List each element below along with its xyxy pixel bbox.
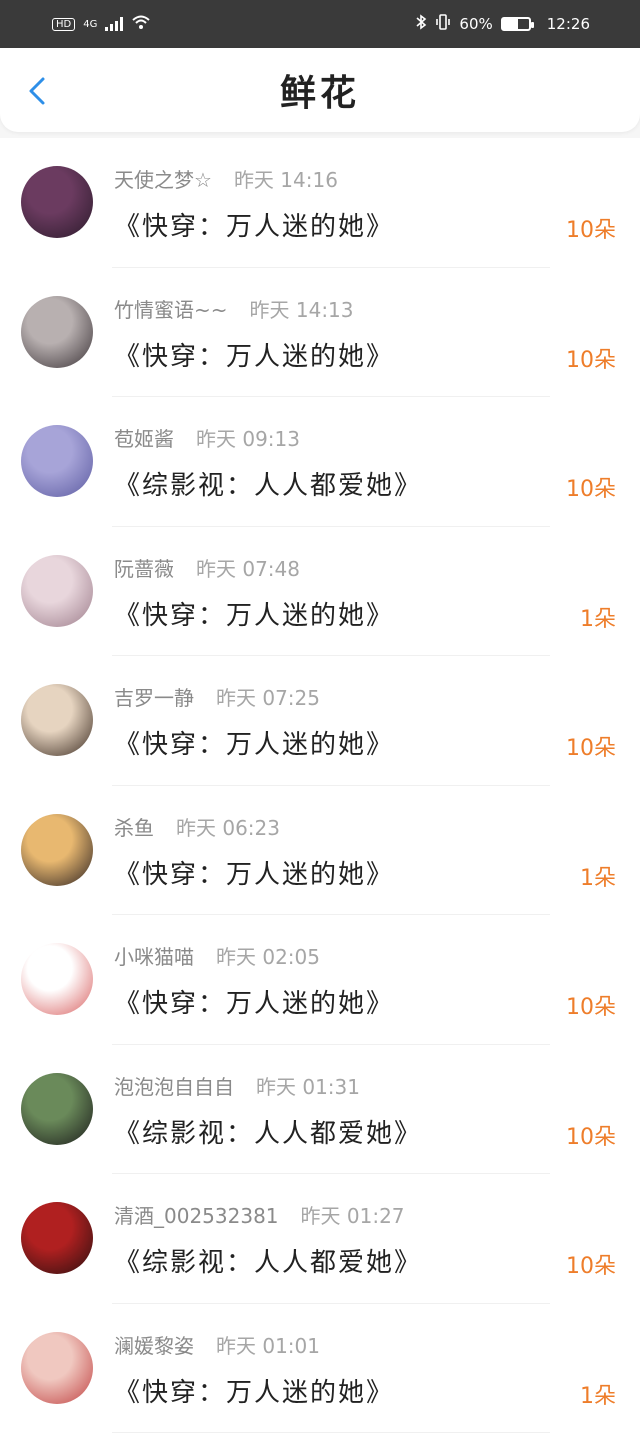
book-title[interactable]: 《快穿：万人迷的她》 [114, 336, 394, 373]
avatar[interactable] [21, 814, 93, 886]
user-name[interactable]: 清酒_002532381 [114, 1204, 279, 1228]
list-item[interactable]: 吉罗一静昨天 07:25 《快穿：万人迷的她》 10朵 [0, 656, 640, 786]
flower-gift-list: 天使之梦☆ 昨天 14:16 《快穿：万人迷的她》 10朵 竹情蜜语~~ 昨天 14… [0, 138, 640, 1433]
book-title[interactable]: 《快穿：万人迷的她》 [114, 1372, 394, 1409]
name-line: 苞姬酱昨天 09:13 [114, 423, 300, 452]
user-name[interactable]: 苞姬酱 [114, 427, 174, 451]
flower-count: 1朵 [580, 860, 616, 892]
page-title: 鲜花 [0, 48, 640, 132]
name-line: 泡泡泡自自自昨天 01:31 [114, 1071, 360, 1100]
avatar[interactable] [21, 166, 93, 238]
page-header: 鲜花 [0, 48, 640, 132]
gift-time: 昨天 09:13 [196, 427, 300, 451]
list-item[interactable]: 苞姬酱昨天 09:13 《综影视：人人都爱她》 10朵 [0, 397, 640, 527]
avatar[interactable] [21, 555, 93, 627]
gift-time: 昨天 07:48 [196, 557, 300, 581]
status-left: HD 4G [52, 14, 151, 34]
vibrate-icon [435, 14, 451, 34]
gift-time: 昨天 07:25 [216, 686, 320, 710]
book-title[interactable]: 《综影视：人人都爱她》 [114, 1242, 422, 1279]
avatar[interactable] [21, 943, 93, 1015]
user-name[interactable]: 小咪猫喵 [114, 945, 194, 969]
book-title[interactable]: 《快穿：万人迷的她》 [114, 206, 394, 243]
list-item[interactable]: 天使之梦☆ 昨天 14:16 《快穿：万人迷的她》 10朵 [0, 138, 640, 268]
gift-time: 昨天 06:23 [176, 816, 280, 840]
clock: 12:26 [547, 15, 590, 33]
list-item[interactable]: 杀鱼昨天 06:23 《快穿：万人迷的她》 1朵 [0, 786, 640, 916]
name-line: 吉罗一静昨天 07:25 [114, 682, 320, 711]
network-label: 4G [83, 19, 97, 30]
user-name[interactable]: 泡泡泡自自自 [114, 1075, 234, 1099]
status-bar: HD 4G 60% 12:26 [0, 0, 640, 48]
gift-time: 昨天 01:27 [301, 1204, 405, 1228]
gift-time: 昨天 14:16 [234, 168, 338, 192]
user-name[interactable]: 天使之梦☆ [114, 168, 212, 192]
flower-count: 10朵 [566, 212, 616, 244]
status-right: 60% 12:26 [415, 14, 590, 34]
bluetooth-icon [415, 14, 427, 34]
book-title[interactable]: 《快穿：万人迷的她》 [114, 854, 394, 891]
flower-count: 10朵 [566, 342, 616, 374]
book-title[interactable]: 《综影视：人人都爱她》 [114, 465, 422, 502]
flower-count: 10朵 [566, 471, 616, 503]
name-line: 竹情蜜语~~ 昨天 14:13 [114, 294, 354, 323]
user-name[interactable]: 杀鱼 [114, 816, 154, 840]
user-name[interactable]: 竹情蜜语~~ [114, 298, 228, 322]
list-item[interactable]: 竹情蜜语~~ 昨天 14:13 《快穿：万人迷的她》 10朵 [0, 268, 640, 398]
flower-count: 10朵 [566, 989, 616, 1021]
flower-count: 10朵 [566, 1119, 616, 1151]
flower-count: 1朵 [580, 601, 616, 633]
book-title[interactable]: 《快穿：万人迷的她》 [114, 724, 394, 761]
gift-time: 昨天 01:31 [256, 1075, 360, 1099]
list-item[interactable]: 清酒_002532381 昨天 01:27 《综影视：人人都爱她》 10朵 [0, 1174, 640, 1304]
name-line: 澜媛黎姿昨天 01:01 [114, 1330, 320, 1359]
flower-count: 1朵 [580, 1378, 616, 1410]
book-title[interactable]: 《综影视：人人都爱她》 [114, 1113, 422, 1150]
avatar[interactable] [21, 684, 93, 756]
list-item[interactable]: 小咪猫喵昨天 02:05 《快穿：万人迷的她》 10朵 [0, 915, 640, 1045]
book-title[interactable]: 《快穿：万人迷的她》 [114, 595, 394, 632]
flower-count: 10朵 [566, 1248, 616, 1280]
signal-icon [105, 17, 123, 31]
list-item[interactable]: 澜媛黎姿昨天 01:01 《快穿：万人迷的她》 1朵 [0, 1304, 640, 1433]
name-line: 杀鱼昨天 06:23 [114, 812, 280, 841]
avatar[interactable] [21, 1073, 93, 1145]
name-line: 阮蔷薇昨天 07:48 [114, 553, 300, 582]
battery-fill [503, 19, 519, 29]
user-name[interactable]: 澜媛黎姿 [114, 1334, 194, 1358]
book-title[interactable]: 《快穿：万人迷的她》 [114, 983, 394, 1020]
gift-time: 昨天 01:01 [216, 1334, 320, 1358]
wifi-icon [131, 14, 151, 34]
name-line: 天使之梦☆ 昨天 14:16 [114, 164, 338, 193]
list-item[interactable]: 泡泡泡自自自昨天 01:31 《综影视：人人都爱她》 10朵 [0, 1045, 640, 1175]
hd-badge: HD [52, 18, 75, 31]
list-item[interactable]: 阮蔷薇昨天 07:48 《快穿：万人迷的她》 1朵 [0, 527, 640, 657]
user-name[interactable]: 吉罗一静 [114, 686, 194, 710]
name-line: 小咪猫喵昨天 02:05 [114, 941, 320, 970]
flower-count: 10朵 [566, 730, 616, 762]
avatar[interactable] [21, 1332, 93, 1404]
name-line: 清酒_002532381 昨天 01:27 [114, 1200, 405, 1229]
avatar[interactable] [21, 296, 93, 368]
user-name[interactable]: 阮蔷薇 [114, 557, 174, 581]
gift-time: 昨天 14:13 [250, 298, 354, 322]
avatar[interactable] [21, 1202, 93, 1274]
avatar[interactable] [21, 425, 93, 497]
gift-time: 昨天 02:05 [216, 945, 320, 969]
battery-percent: 60% [459, 15, 492, 33]
battery-icon [501, 17, 531, 31]
